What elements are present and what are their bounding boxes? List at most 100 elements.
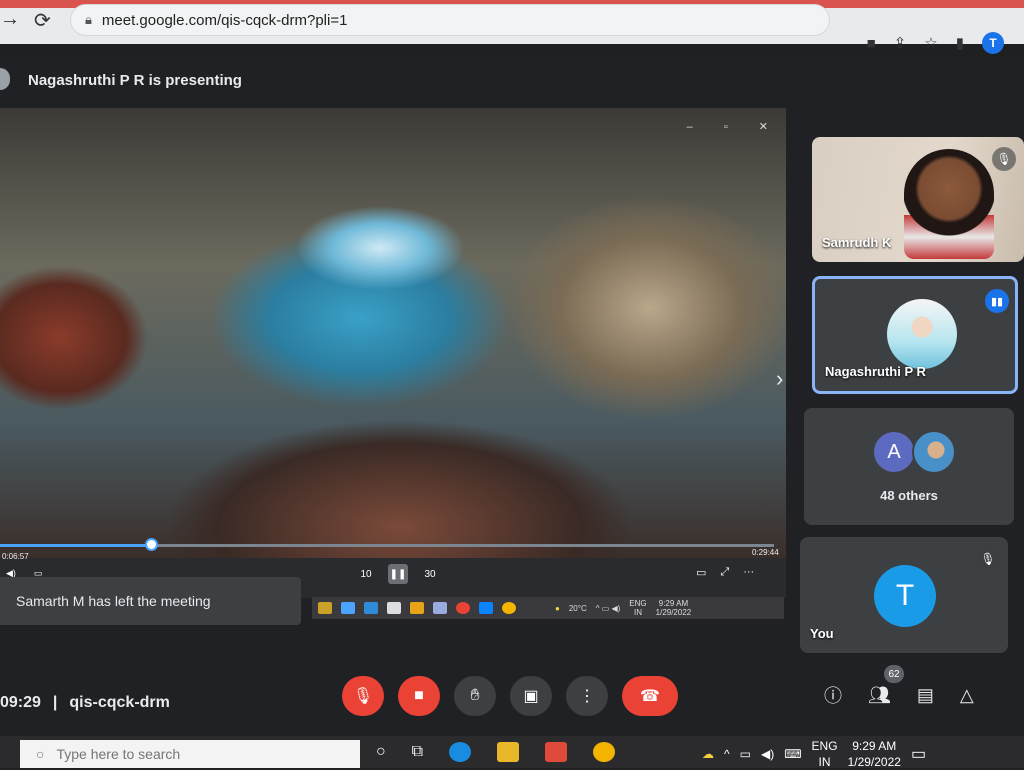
taskbar-clock[interactable]: 9:29 AM 1/29/2022 xyxy=(848,738,901,770)
volume-icon[interactable]: ◀) xyxy=(761,747,774,761)
back-icon[interactable]: → xyxy=(0,8,20,31)
skip-forward-button[interactable]: 30 xyxy=(420,564,440,584)
window-controls[interactable]: – ▫ ✕ xyxy=(687,120,782,133)
media-player-icon xyxy=(479,602,493,614)
show-hidden-icons[interactable]: ^ xyxy=(724,747,730,761)
browser-actions: ■ ⇪ ☆ ▮ T xyxy=(867,32,1004,54)
browser-toolbar: → ⟳ 🔒︎ meet.google.com/qis-cqck-drm?pli=… xyxy=(0,0,1024,54)
chrome-alt-icon xyxy=(502,602,516,614)
chat-icon[interactable]: ▤ xyxy=(917,685,934,706)
reload-icon[interactable]: ⟳ xyxy=(34,8,51,33)
cortana-icon[interactable]: ○ xyxy=(376,743,386,761)
notification-icon[interactable]: ▭ xyxy=(911,744,926,764)
scrubber-progress xyxy=(0,544,151,547)
more-vert-icon: ⋮ xyxy=(579,688,595,705)
people-count-badge: 62 xyxy=(884,665,904,683)
raise-hand-button[interactable]: ✋︎ xyxy=(454,676,496,716)
scrubber-handle[interactable] xyxy=(144,538,158,551)
people-icon[interactable]: 👥︎ xyxy=(868,685,891,706)
weather-icon: ● xyxy=(555,603,560,613)
notification-toast: Samarth M has left the meeting xyxy=(0,577,301,625)
avatar: T xyxy=(874,565,936,627)
file-explorer-icon xyxy=(318,602,332,614)
side-panel-icon[interactable]: ▮ xyxy=(956,34,964,52)
address-bar[interactable]: 🔒︎ meet.google.com/qis-cqck-drm?pli=1 xyxy=(70,4,830,36)
bookmark-star-icon[interactable]: ☆ xyxy=(924,34,937,52)
file-explorer-icon[interactable] xyxy=(497,742,520,762)
chevron-right-icon[interactable]: › xyxy=(776,366,783,392)
vlc-icon xyxy=(410,602,424,614)
miniplayer-icon[interactable]: ▭ xyxy=(696,566,706,579)
search-placeholder: Type here to search xyxy=(56,746,181,762)
fullscreen-icon[interactable]: ⤢ xyxy=(720,566,729,579)
elapsed-time: 0:06:57 xyxy=(2,552,29,561)
avatar xyxy=(912,430,956,474)
participant-name: Nagashruthi P R xyxy=(825,364,926,379)
meeting-details[interactable]: 09:29 | qis-cqck-drm xyxy=(0,694,170,712)
present-button[interactable]: ▣ xyxy=(510,676,552,716)
presenting-banner: Nagashruthi P R is presenting xyxy=(28,72,242,89)
app-icon xyxy=(433,602,447,614)
mic-off-icon: 🎙︎ xyxy=(976,547,1000,571)
shared-video-frame xyxy=(0,108,786,558)
hang-up-icon: ☎︎ xyxy=(640,688,660,705)
participant-tile-others[interactable]: A 48 others xyxy=(804,408,1014,525)
video-scrubber[interactable] xyxy=(0,538,774,551)
mic-off-icon: 🎙︎ xyxy=(992,147,1016,171)
camera-icon[interactable]: ■ xyxy=(867,35,876,52)
player-right-controls: ▭ ⤢ ··· xyxy=(696,566,754,579)
mail-icon xyxy=(364,602,378,614)
taskbar-apps: ○ ⧉ xyxy=(376,742,616,762)
profile-avatar[interactable]: T xyxy=(982,32,1004,54)
player-controls: 10 ❚❚ 30 xyxy=(356,564,440,584)
taskbar-search[interactable]: ○ Type here to search xyxy=(20,740,360,768)
inner-clock: 9:29 AM 1/29/2022 xyxy=(655,599,692,617)
store-icon xyxy=(341,602,355,614)
search-icon: ○ xyxy=(36,746,45,762)
speaking-icon: ▮▮ xyxy=(985,289,1009,313)
store-icon[interactable] xyxy=(545,742,568,762)
participant-avatar xyxy=(887,299,957,369)
present-screen-icon: ▣ xyxy=(523,688,539,705)
participant-tile-nagashruthi[interactable]: ▮▮ Nagashruthi P R xyxy=(812,276,1018,394)
activities-icon[interactable]: △ xyxy=(960,685,974,706)
info-icon[interactable]: ⓘ xyxy=(824,682,842,708)
task-view-icon[interactable]: ⧉ xyxy=(412,743,423,761)
camera-off-icon: ■ xyxy=(414,687,424,704)
windows-taskbar: ○ Type here to search ○ ⧉ ☁︎ ^ ▭ ◀) ⌨︎ E… xyxy=(0,736,1024,770)
mic-toggle-button[interactable]: 🎙︎ xyxy=(342,676,384,716)
keyboard-icon[interactable]: ⌨︎ xyxy=(784,747,801,761)
network-icon[interactable]: ▭ xyxy=(740,747,751,761)
participant-tile-samrudh[interactable]: 🎙︎ Samrudh K xyxy=(812,137,1024,262)
participant-name: You xyxy=(810,626,834,641)
mic-off-icon: 🎙︎ xyxy=(352,688,374,705)
hand-icon: ✋︎ xyxy=(470,687,480,704)
avatar: A xyxy=(874,432,914,472)
participant-name: Samrudh K xyxy=(822,235,892,250)
call-controls: 🎙︎ ■ ✋︎ ▣ ⋮ ☎︎ xyxy=(342,676,678,716)
weather-icon[interactable]: ☁︎ xyxy=(702,747,714,761)
meeting-time: 09:29 xyxy=(0,694,41,711)
skip-back-button[interactable]: 10 xyxy=(356,564,376,584)
edge-icon[interactable] xyxy=(449,742,472,762)
more-options-button[interactable]: ⋮ xyxy=(566,676,608,716)
language-indicator[interactable]: ENG IN xyxy=(812,738,838,770)
inner-language: ENG IN xyxy=(629,599,647,617)
chrome-icon[interactable] xyxy=(593,742,616,762)
inner-tray-icons: ^ ▭ ◀) xyxy=(595,603,621,613)
shared-screen[interactable]: – ▫ ✕ 0:06:57 0:29:44 ◀) ▭ 10 ❚❚ 30 ▭ ⤢ … xyxy=(0,108,786,598)
meeting-side-icons: ⓘ 👥︎ ▤ △ xyxy=(824,682,974,708)
url-text: meet.google.com/qis-cqck-drm?pli=1 xyxy=(101,11,348,29)
share-icon[interactable]: ⇪ xyxy=(894,34,907,52)
pause-button[interactable]: ❚❚ xyxy=(388,564,408,584)
chrome-icon xyxy=(456,602,470,614)
shared-screen-taskbar: ● 20°C ^ ▭ ◀) ENG IN 9:29 AM 1/29/2022 xyxy=(312,597,784,619)
meeting-separator: | xyxy=(52,694,58,711)
leave-call-button[interactable]: ☎︎ xyxy=(622,676,678,716)
lock-icon[interactable]: 🔒︎ xyxy=(85,12,92,28)
more-options-icon[interactable]: ··· xyxy=(743,566,754,579)
inner-temperature: 20°C xyxy=(568,603,587,613)
meeting-code: qis-cqck-drm xyxy=(69,694,170,711)
participant-tile-you[interactable]: 🎙︎ T You xyxy=(800,537,1008,653)
camera-toggle-button[interactable]: ■ xyxy=(398,676,440,716)
